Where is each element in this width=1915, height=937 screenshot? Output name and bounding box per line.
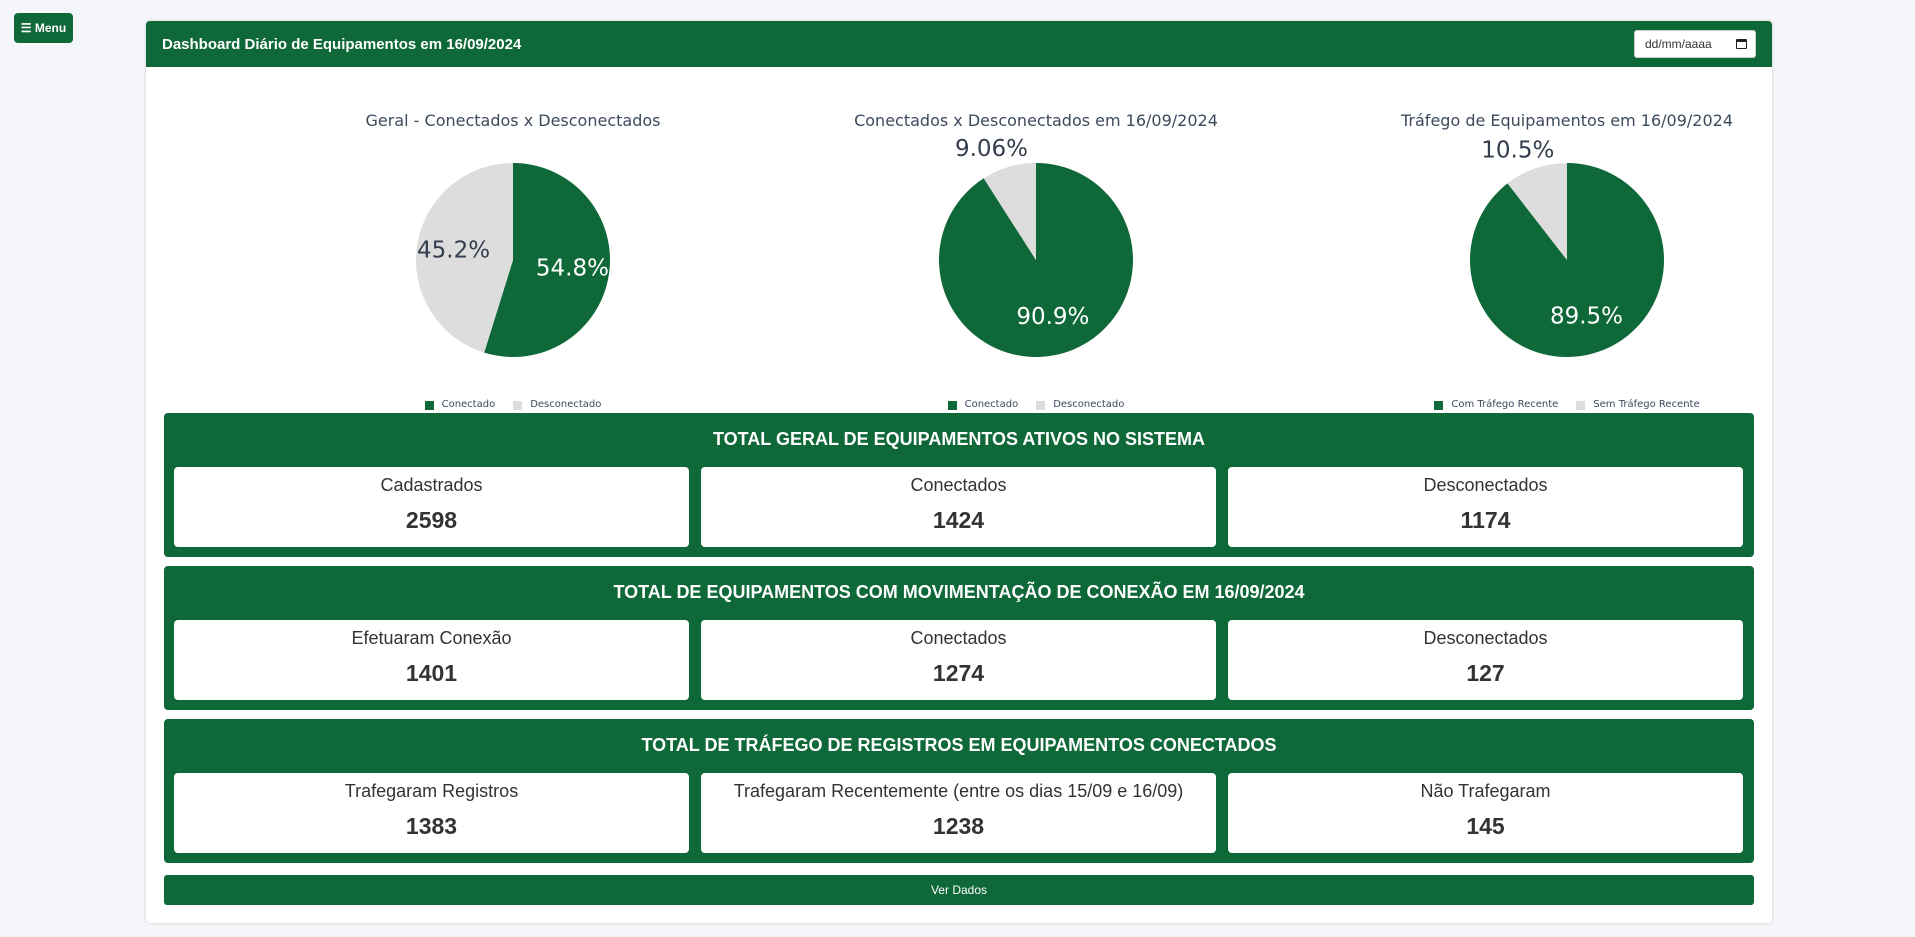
stat-value: 145: [1466, 813, 1505, 839]
stat-label: Não Trafegaram: [1420, 781, 1551, 801]
section-title: TOTAL DE TRÁFEGO DE REGISTROS EM EQUIPAM…: [641, 735, 1277, 755]
legend-swatch: [424, 400, 434, 410]
legend-label: Sem Tráfego Recente: [1593, 399, 1700, 410]
legend-item-conectado[interactable]: Conectado: [424, 399, 496, 411]
stat-box-trafegaram-registros: Trafegaram Registros 1383: [174, 773, 689, 853]
dashboard-header: Dashboard Diário de Equipamentos em 16/0…: [146, 21, 1772, 67]
ver-dados-button[interactable]: Ver Dados: [164, 875, 1754, 905]
stat-label: Conectados: [910, 628, 1007, 648]
ver-dados-label: Ver Dados: [930, 883, 988, 897]
section-movimentacao: TOTAL DE EQUIPAMENTOS COM MOVIMENTAÇÃO D…: [164, 566, 1754, 710]
section-total-geral: TOTAL GERAL DE EQUIPAMENTOS ATIVOS NO SI…: [164, 413, 1754, 557]
stat-box-nao-trafegaram: Não Trafegaram 145: [1228, 773, 1743, 853]
chart-legend: Conectado Desconectado: [786, 399, 1286, 411]
stat-value: 1238: [932, 813, 985, 839]
chart-trafego: Tráfego de Equipamentos em 16/09/2024 89…: [1317, 67, 1772, 412]
stat-box-conectados: Conectados 1424: [701, 467, 1216, 547]
legend-label: Desconectado: [530, 399, 602, 410]
chart-conectados-dia: Conectados x Desconectados em 16/09/2024…: [786, 67, 1286, 412]
legend-label: Conectado: [964, 399, 1019, 410]
section-title: TOTAL DE EQUIPAMENTOS COM MOVIMENTAÇÃO D…: [613, 582, 1305, 602]
section-trafego: TOTAL DE TRÁFEGO DE REGISTROS EM EQUIPAM…: [164, 719, 1754, 863]
pie-slice-label: 10.5%: [1481, 138, 1554, 164]
stat-label: Conectados: [910, 475, 1007, 495]
legend-swatch: [1036, 400, 1046, 410]
legend-swatch: [513, 400, 523, 410]
stat-box-desconectados: Desconectados 127: [1228, 620, 1743, 700]
legend-swatch: [947, 400, 957, 410]
stat-label: Cadastrados: [380, 475, 483, 495]
legend-item-sem-trafego[interactable]: Sem Tráfego Recente: [1576, 399, 1700, 411]
stat-value: 1383: [405, 813, 458, 839]
stat-box-desconectados: Desconectados 1174: [1228, 467, 1743, 547]
stat-box-efetuaram-conexao: Efetuaram Conexão 1401: [174, 620, 689, 700]
chart-legend: Conectado Desconectado: [263, 399, 763, 411]
date-input[interactable]: dd/mm/aaaa: [1634, 30, 1756, 58]
stat-label: Efetuaram Conexão: [351, 628, 512, 648]
charts-row: Geral - Conectados x Desconectados 54.8%…: [146, 67, 1772, 412]
pie-slice-label: 45.2%: [417, 237, 490, 263]
stat-label: Desconectados: [1423, 475, 1548, 495]
pie-slice-label: 89.5%: [1550, 303, 1623, 329]
menu-button[interactable]: ☰ Menu: [14, 13, 73, 43]
pie-slice-label: 9.06%: [955, 136, 1028, 162]
chart-geral: Geral - Conectados x Desconectados 54.8%…: [263, 67, 763, 412]
stat-value: 1424: [932, 507, 985, 533]
dashboard-card: Dashboard Diário de Equipamentos em 16/0…: [146, 21, 1772, 923]
legend-label: Com Tráfego Recente: [1451, 399, 1559, 410]
legend-swatch: [1576, 400, 1586, 410]
stat-label: Trafegaram Recentemente (entre os dias 1…: [733, 781, 1184, 801]
legend-item-conectado[interactable]: Conectado: [947, 399, 1019, 411]
pie-chart-conectados-dia: 90.9% 9.06%: [939, 136, 1133, 357]
stat-box-trafegaram-recentemente: Trafegaram Recentemente (entre os dias 1…: [701, 773, 1216, 853]
legend-item-desconectado[interactable]: Desconectado: [513, 399, 601, 411]
stat-value: 2598: [405, 507, 458, 533]
pie-chart-trafego: 89.5% 10.5%: [1470, 138, 1664, 357]
stat-label: Trafegaram Registros: [344, 781, 519, 801]
legend-label: Conectado: [441, 399, 496, 410]
stat-value: 1174: [1460, 507, 1511, 533]
stat-value: 127: [1466, 660, 1505, 686]
legend-label: Desconectado: [1053, 399, 1125, 410]
pie-slice-label: 90.9%: [1016, 304, 1089, 330]
stat-box-cadastrados: Cadastrados 2598: [174, 467, 689, 547]
stat-box-conectados: Conectados 1274: [701, 620, 1216, 700]
pie-slice-label: 54.8%: [536, 256, 609, 282]
section-title: TOTAL GERAL DE EQUIPAMENTOS ATIVOS NO SI…: [712, 429, 1206, 449]
pie-chart-geral: 54.8% 45.2%: [416, 163, 611, 357]
stat-value: 1274: [932, 660, 985, 686]
legend-swatch: [1434, 400, 1444, 410]
stat-label: Desconectados: [1423, 628, 1548, 648]
chart-legend: Com Tráfego Recente Sem Tráfego Recente: [1317, 399, 1772, 411]
calendar-icon[interactable]: [1736, 39, 1747, 49]
menu-label: ☰ Menu: [20, 21, 67, 35]
page-title: Dashboard Diário de Equipamentos em 16/0…: [162, 35, 522, 53]
stat-value: 1401: [405, 660, 458, 686]
date-placeholder: dd/mm/aaaa: [1645, 37, 1712, 51]
legend-item-com-trafego[interactable]: Com Tráfego Recente: [1434, 399, 1558, 411]
legend-item-desconectado[interactable]: Desconectado: [1036, 399, 1124, 411]
